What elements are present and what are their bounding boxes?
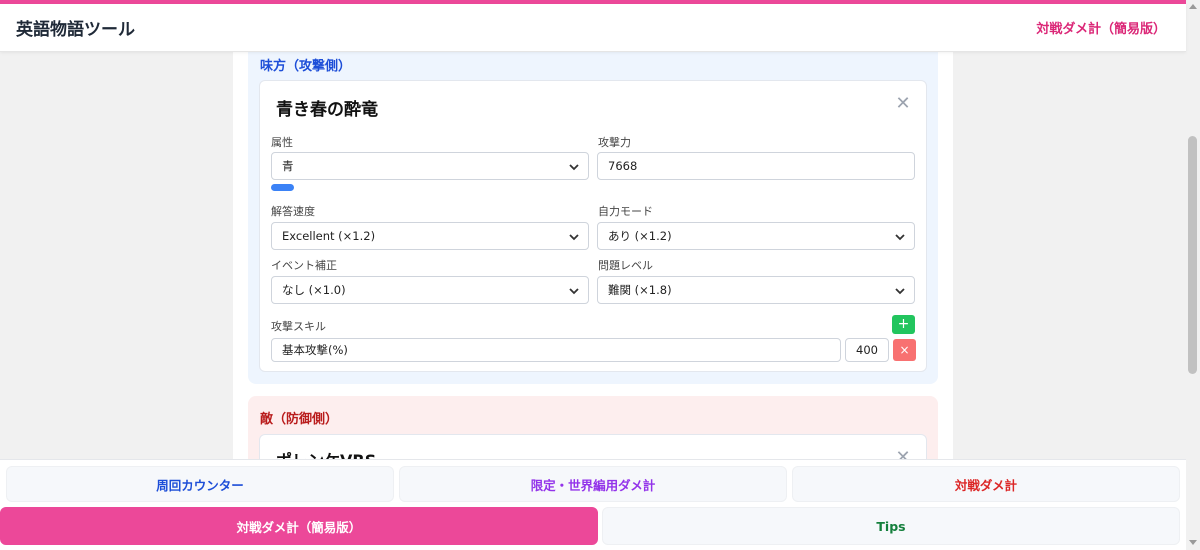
nav-lap-counter[interactable]: 周回カウンター (6, 466, 394, 502)
enemy-unit-card: ポレンケVRS ✕ (259, 434, 927, 462)
nav-limited-world-calc[interactable]: 限定・世界編用ダメ計 (399, 466, 787, 502)
remove-skill-button[interactable]: × (893, 339, 916, 361)
nav-battle-calc-simple[interactable]: 対戦ダメ計（簡易版） (0, 507, 598, 545)
attribute-label: 属性 (271, 136, 293, 149)
current-tool-link[interactable]: 対戦ダメ計（簡易版） (1036, 18, 1166, 37)
chevron-down-icon (895, 234, 905, 241)
skill-name-input[interactable]: 基本攻撃(%) (271, 338, 841, 362)
self-mode-select[interactable]: あり (×1.2) (597, 222, 915, 250)
attribute-value: 青 (282, 159, 294, 173)
ally-section-title: 味方（攻撃側） (260, 59, 352, 74)
attribute-select[interactable]: 青 (271, 152, 589, 180)
page-scrollbar[interactable] (1186, 0, 1200, 550)
answer-speed-label: 解答速度 (271, 205, 315, 218)
attribute-color-indicator (271, 184, 294, 191)
question-level-label: 問題レベル (598, 259, 653, 272)
self-mode-value: あり (×1.2) (608, 229, 672, 243)
answer-speed-value: Excellent (×1.2) (282, 229, 376, 243)
bottom-navigation: 周回カウンター 限定・世界編用ダメ計 対戦ダメ計 対戦ダメ計（簡易版） Tips (0, 459, 1186, 550)
chevron-down-icon (569, 234, 579, 241)
question-level-value: 難関 (×1.8) (608, 283, 672, 297)
unit-name: 青き春の酔竜 (276, 100, 378, 120)
skill-value-input[interactable]: 400 (845, 338, 889, 362)
scroll-up-icon[interactable] (1189, 4, 1197, 9)
app-header: 英語物語ツール 対戦ダメ計（簡易版） (0, 4, 1186, 52)
event-bonus-label: イベント補正 (271, 259, 337, 272)
attack-label: 攻撃力 (598, 136, 631, 149)
chevron-down-icon (569, 164, 579, 171)
add-skill-button[interactable]: + (892, 315, 915, 334)
close-icon[interactable]: ✕ (894, 95, 912, 113)
question-level-select[interactable]: 難関 (×1.8) (597, 276, 915, 304)
main-content: 味方（攻撃側） 青き春の酔竜 ✕ 属性 青 攻撃力 7668 解答速度 Exce… (233, 52, 953, 462)
self-mode-label: 自力モード (598, 205, 653, 218)
scroll-down-icon[interactable] (1189, 540, 1197, 545)
answer-speed-select[interactable]: Excellent (×1.2) (271, 222, 589, 250)
skill-name-value: 基本攻撃(%) (282, 343, 348, 357)
chevron-down-icon (895, 288, 905, 295)
app-title: 英語物語ツール (16, 20, 135, 40)
attack-skill-label: 攻撃スキル (271, 320, 326, 333)
event-bonus-value: なし (×1.0) (282, 283, 346, 297)
attack-input[interactable]: 7668 (597, 152, 915, 180)
attack-value: 7668 (608, 159, 638, 173)
ally-section: 味方（攻撃側） 青き春の酔竜 ✕ 属性 青 攻撃力 7668 解答速度 Exce… (248, 52, 938, 384)
ally-unit-card: 青き春の酔竜 ✕ 属性 青 攻撃力 7668 解答速度 Excellent (×… (259, 80, 927, 372)
enemy-section: 敵（防御側） ポレンケVRS ✕ (248, 396, 938, 462)
chevron-down-icon (569, 288, 579, 295)
skill-value: 400 (856, 343, 878, 357)
nav-tips[interactable]: Tips (602, 507, 1180, 545)
enemy-section-title: 敵（防御側） (260, 412, 339, 427)
nav-battle-calc[interactable]: 対戦ダメ計 (792, 466, 1180, 502)
scrollbar-thumb[interactable] (1188, 136, 1197, 374)
event-bonus-select[interactable]: なし (×1.0) (271, 276, 589, 304)
